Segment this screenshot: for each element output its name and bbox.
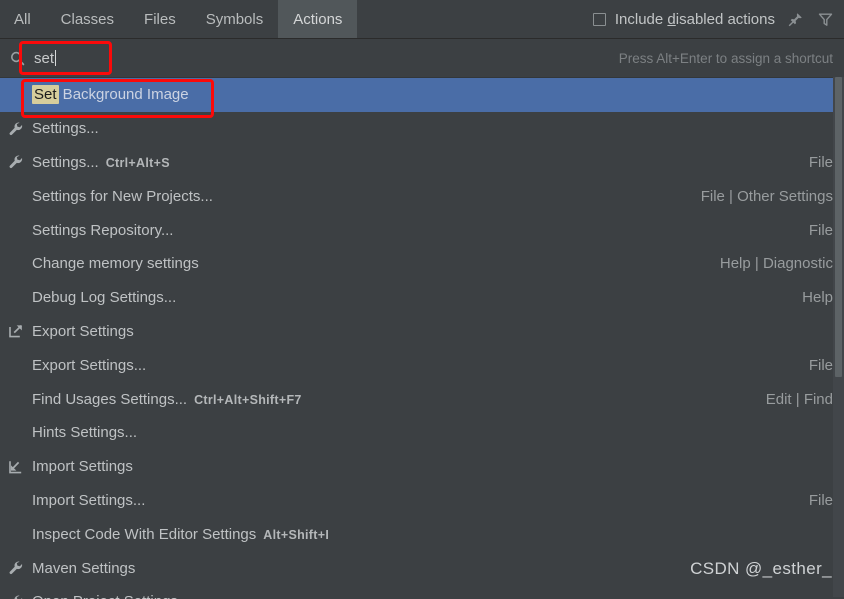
match-highlight: Set <box>32 85 59 105</box>
wrench-icon <box>9 155 23 169</box>
tab-files[interactable]: Files <box>129 0 191 38</box>
shortcut-hint: Press Alt+Enter to assign a shortcut <box>618 50 833 66</box>
result-title: Inspect Code With Editor Settings <box>32 525 257 543</box>
wrench-icon <box>8 594 32 599</box>
search-input-value: set <box>34 49 55 67</box>
result-title: Set Background Image <box>32 85 189 105</box>
search-input[interactable]: set <box>34 49 57 67</box>
result-title: Export Settings <box>32 322 134 340</box>
tab-label: Actions <box>293 10 343 28</box>
wrench-icon <box>8 560 32 576</box>
tab-classes[interactable]: Classes <box>46 0 129 38</box>
result-label: Import Settings... <box>32 492 145 509</box>
result-row[interactable]: Debug Log Settings... Help <box>0 281 844 315</box>
result-label: Import Settings <box>32 458 133 475</box>
scrollbar-thumb[interactable] <box>835 77 842 377</box>
result-label: Hints Settings... <box>32 424 137 441</box>
result-row[interactable]: Settings Repository... File <box>0 213 844 247</box>
result-row[interactable]: Maven Settings <box>0 551 844 585</box>
result-label: Change memory settings <box>32 255 199 272</box>
tab-all[interactable]: All <box>0 0 46 38</box>
import-icon <box>9 460 22 474</box>
mnemonic-letter: d <box>667 10 676 28</box>
result-title: Settings Repository... <box>32 221 174 239</box>
result-row[interactable]: Inspect Code With Editor Settings Alt+Shi… <box>0 517 844 551</box>
result-group: File <box>808 356 833 374</box>
result-label: Find Usages Settings... Ctrl+Alt+Shift+F7 <box>32 391 302 408</box>
result-label: Maven Settings <box>32 560 135 577</box>
include-disabled-actions-label: Include disabled actions <box>614 10 775 28</box>
include-disabled-actions-checkbox[interactable]: Include disabled actions <box>592 10 775 28</box>
tab-label: Files <box>144 10 176 28</box>
export-icon <box>8 323 32 339</box>
result-label: Export Settings... <box>32 357 146 374</box>
result-label: Open Project Settings <box>32 593 178 599</box>
wrench-icon <box>8 121 32 137</box>
result-group: File <box>808 221 833 239</box>
wrench-icon <box>8 154 32 170</box>
result-row[interactable]: Import Settings <box>0 450 844 484</box>
result-row[interactable]: Settings... Ctrl+Alt+S File <box>0 146 844 180</box>
result-label: Settings... <box>32 120 99 137</box>
tab-actions[interactable]: Actions <box>278 0 358 38</box>
import-icon <box>8 459 32 475</box>
result-title: Export Settings... <box>32 356 147 374</box>
result-row[interactable]: Settings for New Projects... File | Other… <box>0 179 844 213</box>
result-group: Help | Diagnostic <box>719 255 833 273</box>
result-title: Find Usages Settings... <box>32 390 188 408</box>
result-shortcut: Ctrl+Alt+S <box>105 155 170 170</box>
result-row[interactable]: Hints Settings... <box>0 416 844 450</box>
result-row[interactable]: Import Settings... File <box>0 484 844 518</box>
result-title: Import Settings <box>32 458 133 476</box>
result-title: Import Settings... <box>32 491 146 509</box>
result-label: Inspect Code With Editor Settings Alt+Shi… <box>32 526 329 543</box>
result-group: File <box>808 491 833 509</box>
result-title: Open Project Settings <box>32 593 178 599</box>
result-label: Settings... Ctrl+Alt+S <box>32 154 170 171</box>
result-group: File | Other Settings <box>700 187 833 205</box>
result-row[interactable]: Export Settings <box>0 315 844 349</box>
result-label: Debug Log Settings... <box>32 289 176 306</box>
result-label: Set Background Image <box>32 85 189 105</box>
result-title: Debug Log Settings... <box>32 289 177 307</box>
wrench-icon <box>9 561 23 575</box>
wrench-icon <box>14 595 23 599</box>
result-group: File <box>808 153 833 171</box>
search-icon <box>0 50 34 67</box>
tab-bar: All Classes Files Symbols Actions Includ… <box>0 0 844 39</box>
tab-label: Classes <box>60 10 115 28</box>
result-row[interactable]: Find Usages Settings... Ctrl+Alt+Shift+F7… <box>0 382 844 416</box>
result-title-rest: Background Image <box>58 86 189 104</box>
result-row[interactable]: Change memory settings Help | Diagnostic <box>0 247 844 281</box>
result-shortcut: Alt+Shift+I <box>263 527 330 542</box>
tab-label: Symbols <box>205 10 264 28</box>
text-caret <box>55 50 57 66</box>
result-label: Settings for New Projects... <box>32 188 213 205</box>
result-title: Hints Settings... <box>32 424 138 442</box>
tab-label: All <box>14 10 31 28</box>
result-row[interactable]: Export Settings... File <box>0 348 844 382</box>
result-title: Maven Settings <box>32 559 136 577</box>
result-row[interactable]: Settings... <box>0 112 844 146</box>
result-title: Settings for New Projects... <box>32 187 213 205</box>
result-title: Change memory settings <box>32 255 199 273</box>
export-icon <box>9 325 22 338</box>
pin-icon[interactable] <box>785 9 805 29</box>
wrench-icon <box>9 122 23 135</box>
result-row[interactable]: Set Background Image <box>0 78 844 112</box>
filter-icon[interactable] <box>815 9 835 29</box>
search-row: set Press Alt+Enter to assign a shortcut <box>0 39 844 78</box>
checkbox-box[interactable] <box>592 12 606 26</box>
result-title: Settings... <box>32 120 99 138</box>
result-title: Settings... <box>32 153 99 171</box>
tab-symbols[interactable]: Symbols <box>191 0 279 38</box>
vertical-scrollbar[interactable] <box>833 77 844 597</box>
result-group: Edit | Find <box>765 390 833 408</box>
result-label: Export Settings <box>32 323 134 340</box>
results-list[interactable]: Set Background Image Settings... Settings.… <box>0 78 844 599</box>
result-label: Settings Repository... <box>32 222 173 239</box>
result-shortcut: Ctrl+Alt+Shift+F7 <box>194 392 302 407</box>
tab-bar-actions: Include disabled actions <box>592 0 844 38</box>
result-group: Help <box>802 289 833 307</box>
